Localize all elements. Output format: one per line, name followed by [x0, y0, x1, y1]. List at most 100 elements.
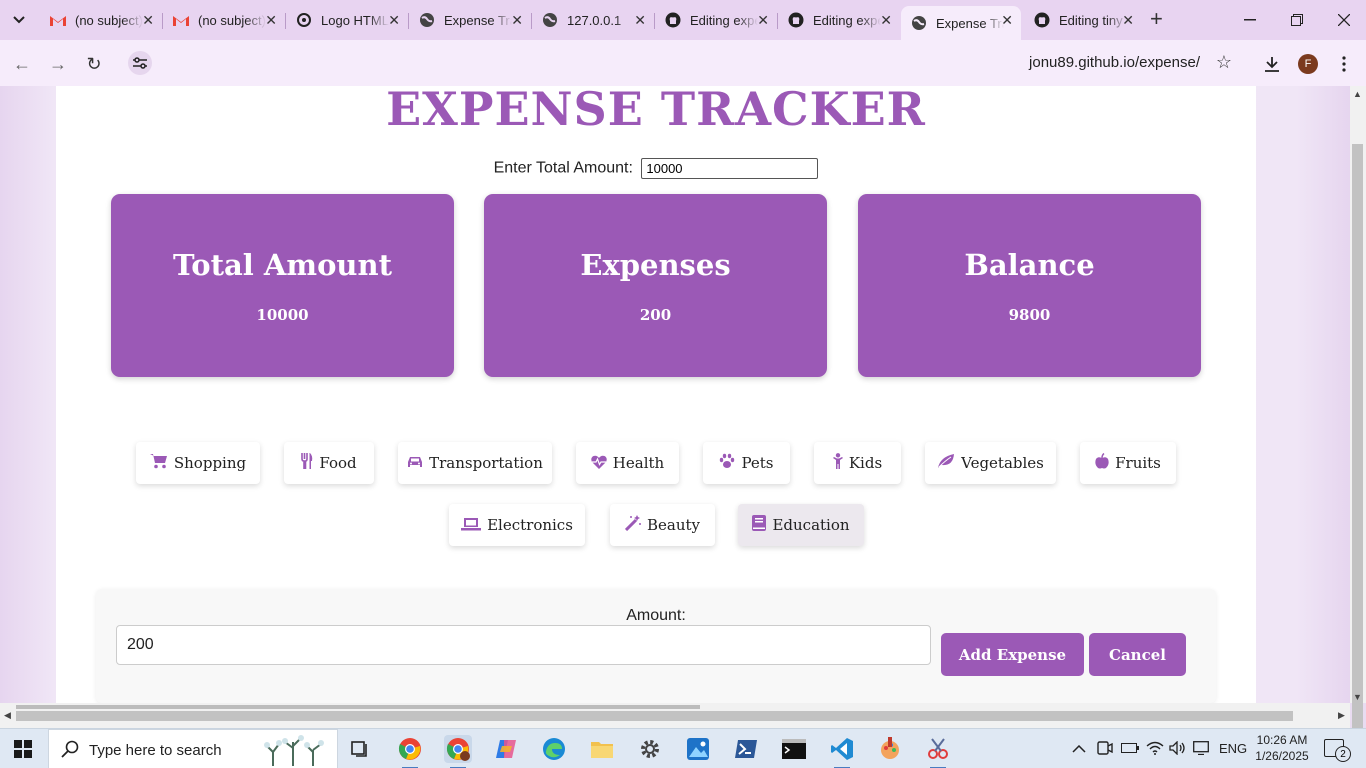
expense-app-container: EXPENSE TRACKER Enter Total Amount: Tota…: [56, 86, 1256, 703]
category-shopping[interactable]: Shopping: [136, 442, 260, 484]
wifi-icon[interactable]: [1146, 741, 1164, 758]
total-amount-card: Total Amount 10000: [111, 194, 454, 377]
url-text[interactable]: jonu89.github.io/expense/: [1029, 54, 1200, 71]
utensils-icon: [301, 453, 313, 473]
tab-github-1[interactable]: Editing expense ✕: [655, 6, 778, 34]
tab-title: Editing tiny: [1059, 12, 1123, 28]
tab-logo-html[interactable]: Logo HTML ✕: [286, 6, 409, 34]
restore-button[interactable]: [1285, 8, 1309, 32]
magic-wand-icon: [624, 515, 641, 535]
horizontal-scroll-thumb[interactable]: [16, 711, 1293, 721]
total-amount-input[interactable]: [641, 158, 819, 179]
amount-input[interactable]: [116, 625, 931, 665]
tab-expense-tracker[interactable]: Expense Tracker ✕: [409, 6, 532, 34]
category-beauty[interactable]: Beauty: [610, 504, 715, 546]
chrome-profile-icon[interactable]: [444, 735, 472, 768]
notification-center-icon[interactable]: 2: [1324, 739, 1351, 762]
close-icon[interactable]: ✕: [1122, 12, 1134, 28]
category-pets[interactable]: Pets: [703, 442, 790, 484]
address-bar[interactable]: jonu89.github.io/expense/ ☆: [120, 45, 1246, 81]
taskbar-search[interactable]: Type here to search: [48, 729, 338, 768]
close-icon[interactable]: ✕: [265, 12, 277, 28]
new-tab-button[interactable]: +: [1150, 8, 1163, 30]
close-icon[interactable]: ✕: [511, 12, 523, 28]
scroll-left-icon[interactable]: ◀: [4, 710, 11, 721]
vscode-icon[interactable]: [828, 735, 856, 768]
apple-icon: [1095, 452, 1109, 473]
horizontal-scroll-indicator: [16, 705, 700, 709]
card-title: Expenses: [580, 248, 731, 282]
gmail-icon: [173, 12, 189, 28]
close-icon[interactable]: ✕: [142, 12, 154, 28]
cancel-button[interactable]: Cancel: [1089, 633, 1186, 676]
tab-github-3[interactable]: Editing tiny ✕: [1024, 6, 1142, 34]
tab-localhost[interactable]: 127.0.0.1 ✕: [532, 6, 655, 34]
display-icon[interactable]: [1193, 741, 1209, 758]
minimize-button[interactable]: [1238, 8, 1262, 32]
battery-icon[interactable]: [1121, 741, 1139, 756]
amount-label: Amount:: [626, 607, 686, 624]
bookmark-star-icon[interactable]: ☆: [1216, 52, 1232, 73]
edge-icon[interactable]: [540, 735, 568, 763]
copilot-icon[interactable]: [492, 735, 520, 763]
settings-gear-icon[interactable]: [636, 735, 664, 763]
tab-gmail-2[interactable]: (no subject) ✕: [163, 6, 286, 34]
category-electronics[interactable]: Electronics: [449, 504, 585, 546]
menu-kebab-icon[interactable]: [1332, 52, 1356, 76]
github-icon: [788, 12, 804, 28]
tab-search-button[interactable]: [6, 8, 32, 32]
category-fruits[interactable]: Fruits: [1080, 442, 1176, 484]
clock-date: 1/26/2025: [1255, 749, 1309, 763]
tab-github-2[interactable]: Editing expense ✕: [778, 6, 900, 34]
close-window-button[interactable]: [1332, 8, 1356, 32]
profile-avatar[interactable]: F: [1296, 52, 1320, 76]
terminal-icon[interactable]: [780, 735, 808, 763]
category-food[interactable]: Food: [284, 442, 374, 484]
reload-button[interactable]: ↻: [82, 52, 106, 76]
car-icon: [407, 454, 423, 473]
vertical-scrollbar[interactable]: ▲ ▼: [1350, 86, 1366, 744]
file-explorer-icon[interactable]: [588, 735, 616, 763]
back-button[interactable]: ←: [10, 52, 34, 76]
close-icon[interactable]: ✕: [388, 12, 400, 28]
chevron-up-icon[interactable]: [1072, 741, 1086, 756]
category-kids[interactable]: Kids: [814, 442, 901, 484]
clock-time: 10:26 AM: [1256, 733, 1308, 747]
category-label: Food: [319, 454, 357, 472]
horizontal-scrollbar[interactable]: ◀ ▶: [0, 703, 1350, 728]
windows-start-icon[interactable]: [14, 740, 32, 758]
category-transportation[interactable]: Transportation: [398, 442, 552, 484]
category-education[interactable]: Education: [738, 504, 864, 546]
tab-expense-tracker-active[interactable]: Expense Tracker ✕: [901, 6, 1021, 40]
task-view-icon[interactable]: [346, 735, 374, 763]
category-vegetables[interactable]: Vegetables: [925, 442, 1056, 484]
vertical-scroll-thumb[interactable]: [1352, 144, 1363, 744]
add-expense-button[interactable]: Add Expense: [941, 633, 1084, 676]
chrome-icon[interactable]: [396, 735, 424, 768]
close-icon[interactable]: ✕: [757, 12, 769, 28]
paint-app-icon[interactable]: [876, 735, 904, 763]
scroll-up-icon[interactable]: ▲: [1353, 89, 1362, 99]
snipping-tool-icon[interactable]: [924, 735, 952, 768]
tab-title: Logo HTML: [321, 12, 389, 28]
volume-icon[interactable]: [1169, 740, 1187, 758]
category-label: Electronics: [487, 516, 573, 534]
site-info-icon[interactable]: [128, 51, 152, 75]
close-icon[interactable]: ✕: [1001, 12, 1013, 28]
tab-strip: (no subject) ✕ (no subject) ✕ Logo HTML …: [0, 0, 1366, 40]
meet-now-icon[interactable]: [1097, 741, 1113, 758]
tab-title: Editing expense: [690, 12, 758, 28]
close-icon[interactable]: ✕: [880, 12, 892, 28]
scroll-down-icon[interactable]: ▼: [1353, 692, 1362, 702]
close-icon[interactable]: ✕: [634, 12, 646, 28]
powershell-icon[interactable]: [732, 735, 760, 763]
forward-button[interactable]: →: [46, 52, 70, 76]
download-icon[interactable]: [1260, 52, 1284, 76]
tab-gmail-1[interactable]: (no subject) ✕: [40, 6, 163, 34]
photos-icon[interactable]: [684, 735, 712, 763]
category-health[interactable]: Health: [576, 442, 679, 484]
system-clock[interactable]: 10:26 AM 1/26/2025: [1252, 732, 1312, 764]
scroll-right-icon[interactable]: ▶: [1338, 710, 1345, 721]
language-indicator[interactable]: ENG: [1219, 741, 1247, 756]
github-icon: [665, 12, 681, 28]
